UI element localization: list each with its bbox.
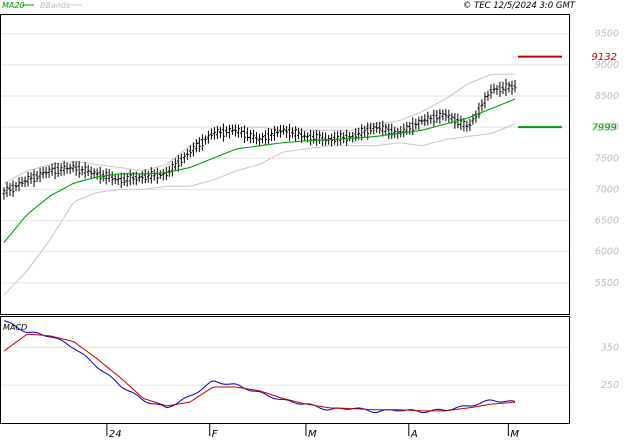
macd-tick-label: 250 — [601, 380, 619, 391]
macd-panel — [0, 316, 570, 424]
price-panel — [0, 14, 570, 315]
ma20-legend-label: MA20 — [2, 1, 25, 10]
level-label-9132: 9132 — [592, 52, 617, 63]
copyright-text: © TEC 12/5/2024 3:0 GMT — [463, 1, 576, 11]
macd-title: MACD — [3, 323, 27, 332]
x-axis-label: F — [212, 429, 218, 440]
price-tick-label: 5500 — [595, 278, 619, 289]
x-axis-label: A — [410, 429, 418, 440]
x-axis-label: M — [308, 429, 317, 440]
price-tick-label: 6000 — [595, 247, 619, 258]
price-tick-label: 6500 — [595, 216, 619, 227]
macd-tick-label: 350 — [601, 342, 619, 353]
price-tick-label: 8500 — [595, 91, 619, 102]
x-axis-label: M — [510, 429, 519, 440]
level-label-7999: 7999 — [592, 123, 617, 134]
stock-chart: 9500900085008000750070006500600055003502… — [0, 1, 619, 440]
price-tick-label: 9500 — [595, 29, 619, 40]
bbands-legend-label: BBands — [40, 1, 70, 10]
price-tick-label: 7000 — [595, 184, 619, 195]
price-tick-label: 7500 — [595, 153, 619, 164]
x-axis-label: 24 — [109, 429, 122, 440]
